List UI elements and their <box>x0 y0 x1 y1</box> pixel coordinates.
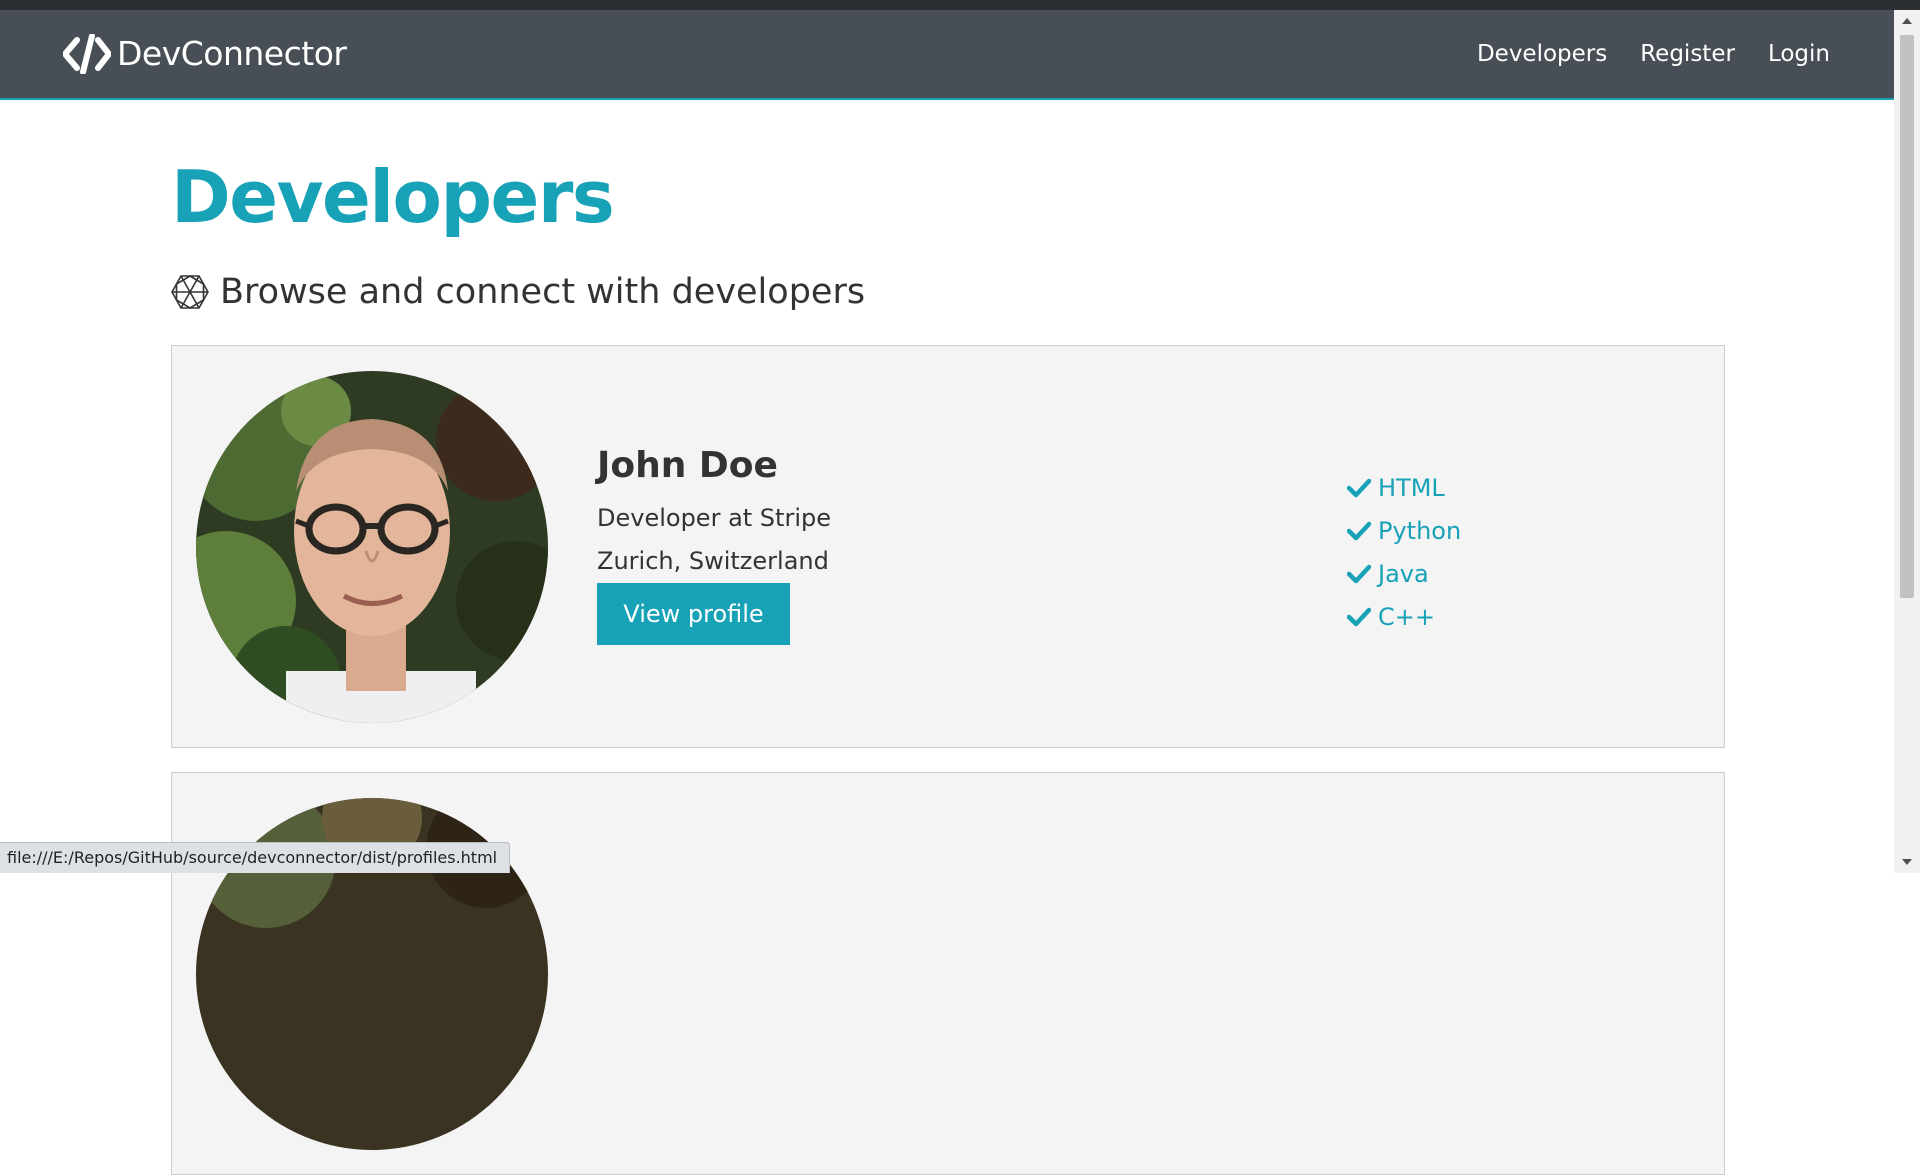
skill-label: HTML <box>1378 473 1445 502</box>
browser-top-strip <box>0 0 1920 10</box>
skill-label: Java <box>1378 559 1429 588</box>
nav-link-login[interactable]: Login <box>1768 41 1830 67</box>
profile-name: John Doe <box>597 445 778 486</box>
skill-item: Java <box>1347 552 1461 595</box>
skill-label: Python <box>1378 516 1462 545</box>
check-icon <box>1347 521 1371 540</box>
profile-role: Developer at Stripe <box>597 504 831 532</box>
avatar-photo <box>196 371 548 723</box>
profile-card <box>171 772 1725 1175</box>
brand-name: DevConnector <box>117 34 347 73</box>
nav-links: Developers Register Login <box>1444 10 1830 98</box>
lead-paragraph: Browse and connect with developers <box>171 268 865 316</box>
avatar <box>196 371 548 723</box>
navbar: DevConnector Developers Register Login <box>0 10 1894 100</box>
lead-text: Browse and connect with developers <box>220 272 866 312</box>
scroll-thumb[interactable] <box>1900 35 1914 598</box>
check-icon <box>1347 607 1371 626</box>
view-profile-button[interactable]: View profile <box>597 583 790 645</box>
profile-info: John Doe Developer at Stripe Zurich, Swi… <box>597 442 831 645</box>
nav-link-register[interactable]: Register <box>1640 41 1735 67</box>
scroll-down-arrow-icon[interactable] <box>1902 859 1912 865</box>
connect-develop-icon <box>171 275 209 309</box>
skills-list: HTML Python Java C++ <box>1347 466 1461 638</box>
brand-link[interactable]: DevConnector <box>63 34 347 74</box>
profile-card: John Doe Developer at Stripe Zurich, Swi… <box>171 345 1725 748</box>
profile-location: Zurich, Switzerland <box>597 547 829 575</box>
nav-link-developers[interactable]: Developers <box>1477 41 1607 67</box>
code-icon <box>63 34 111 74</box>
status-bar-url: file:///E:/Repos/GitHub/source/devconnec… <box>0 842 511 873</box>
check-icon <box>1347 478 1371 497</box>
skill-label: C++ <box>1378 602 1435 631</box>
skill-item: HTML <box>1347 466 1461 509</box>
page-title: Developers <box>171 155 615 239</box>
vertical-scrollbar[interactable] <box>1894 10 1920 873</box>
check-icon <box>1347 564 1371 583</box>
scroll-up-arrow-icon[interactable] <box>1902 18 1912 24</box>
skill-item: C++ <box>1347 595 1461 638</box>
skill-item: Python <box>1347 509 1461 552</box>
